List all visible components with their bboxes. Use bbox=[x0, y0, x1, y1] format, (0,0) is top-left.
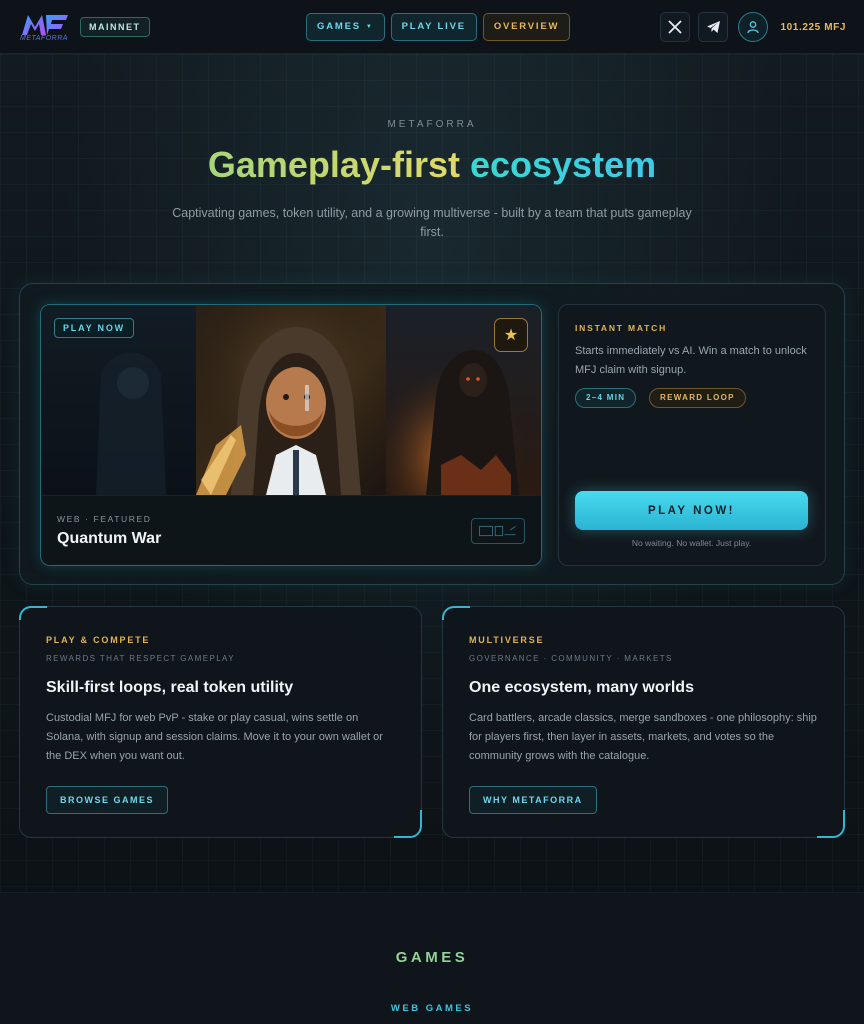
play-compete-card: PLAY & COMPETE REWARDS THAT RESPECT GAME… bbox=[19, 606, 422, 838]
hero-section: METAFORRA Gameplay-first ecosystem Capti… bbox=[0, 54, 864, 892]
games-heading: GAMES bbox=[0, 949, 864, 966]
platform-chip-icon bbox=[471, 518, 525, 544]
x-social-button[interactable] bbox=[660, 12, 691, 42]
network-badge[interactable]: MAINNET bbox=[80, 17, 150, 37]
user-icon bbox=[747, 21, 760, 34]
x-icon bbox=[668, 20, 683, 34]
hero-subtitle: Captivating games, token utility, and a … bbox=[172, 206, 692, 239]
card-body: Custodial MFJ for web PvP - stake or pla… bbox=[46, 712, 383, 762]
card-subtitle: REWARDS THAT RESPECT GAMEPLAY bbox=[46, 654, 235, 663]
star-icon: ★ bbox=[503, 327, 519, 344]
corner-accent bbox=[442, 606, 470, 620]
instant-match-description: Starts immediately vs AI. Win a match to… bbox=[575, 345, 807, 376]
featured-game-card[interactable]: PLAY NOW ★ WEB · FEATURED Quantum War bbox=[40, 304, 542, 566]
game-card-footer: WEB · FEATURED Quantum War bbox=[41, 495, 541, 565]
logo-wordmark: METAFORRA bbox=[20, 35, 68, 42]
telegram-icon bbox=[706, 21, 720, 33]
card-body: Card battlers, arcade classics, merge sa… bbox=[469, 712, 817, 762]
corner-accent bbox=[817, 810, 845, 838]
main-menu: GAMES ▼ PLAY LIVE OVERVIEW bbox=[306, 13, 571, 41]
games-menu-label: GAMES bbox=[317, 21, 361, 32]
multiverse-card: MULTIVERSE GOVERNANCE · COMMUNITY · MARK… bbox=[442, 606, 845, 838]
card-subtitle: GOVERNANCE · COMMUNITY · MARKETS bbox=[469, 654, 673, 663]
overview-button[interactable]: OVERVIEW bbox=[482, 13, 571, 41]
card-kicker: PLAY & COMPETE bbox=[46, 635, 151, 645]
hero-eyebrow: METAFORRA bbox=[387, 119, 477, 130]
instant-match-card: INSTANT MATCH Starts immediately vs AI. … bbox=[558, 304, 826, 566]
game-title: Quantum War bbox=[57, 530, 162, 547]
wallet-balance[interactable]: 101.225 MFJ bbox=[780, 22, 846, 33]
telegram-button[interactable] bbox=[698, 12, 729, 42]
play-now-tag: PLAY NOW bbox=[54, 318, 134, 338]
browse-games-button[interactable]: BROWSE GAMES bbox=[46, 786, 169, 814]
corner-accent bbox=[19, 606, 47, 620]
chevron-down-icon: ▼ bbox=[365, 24, 374, 30]
web-games-label: WEB GAMES bbox=[390, 1003, 474, 1014]
game-meta: WEB · FEATURED bbox=[57, 514, 152, 524]
headline-part-1: Gameplay-first bbox=[207, 144, 460, 185]
nav-actions: 101.225 MFJ bbox=[660, 12, 846, 42]
play-live-button[interactable]: PLAY LIVE bbox=[390, 13, 477, 41]
duration-pill: 2–4 MIN bbox=[575, 388, 637, 408]
headline-part-2: ecosystem bbox=[469, 144, 657, 185]
play-now-button[interactable]: PLAY NOW! bbox=[575, 491, 808, 530]
why-metaforra-button[interactable]: WHY METAFORRA bbox=[469, 786, 597, 814]
play-note: No waiting. No wallet. Just play. bbox=[631, 538, 752, 548]
corner-accent bbox=[394, 810, 422, 838]
reward-loop-pill: REWARD LOOP bbox=[649, 388, 746, 408]
favorite-button[interactable]: ★ bbox=[494, 318, 528, 352]
instant-match-kicker: INSTANT MATCH bbox=[575, 323, 668, 333]
card-title: Skill-first loops, real token utility bbox=[46, 679, 294, 696]
featured-panel: PLAY NOW ★ WEB · FEATURED Quantum War IN… bbox=[19, 283, 845, 585]
games-menu-button[interactable]: GAMES ▼ bbox=[306, 13, 385, 41]
games-section: GAMES WEB GAMES bbox=[0, 892, 864, 1024]
card-title: One ecosystem, many worlds bbox=[469, 679, 694, 696]
profile-button[interactable] bbox=[738, 12, 769, 42]
hero-headline: Gameplay-first ecosystem bbox=[0, 144, 864, 186]
card-kicker: MULTIVERSE bbox=[469, 635, 545, 645]
top-nav: METAFORRA MAINNET GAMES ▼ PLAY LIVE OVER… bbox=[0, 0, 864, 54]
